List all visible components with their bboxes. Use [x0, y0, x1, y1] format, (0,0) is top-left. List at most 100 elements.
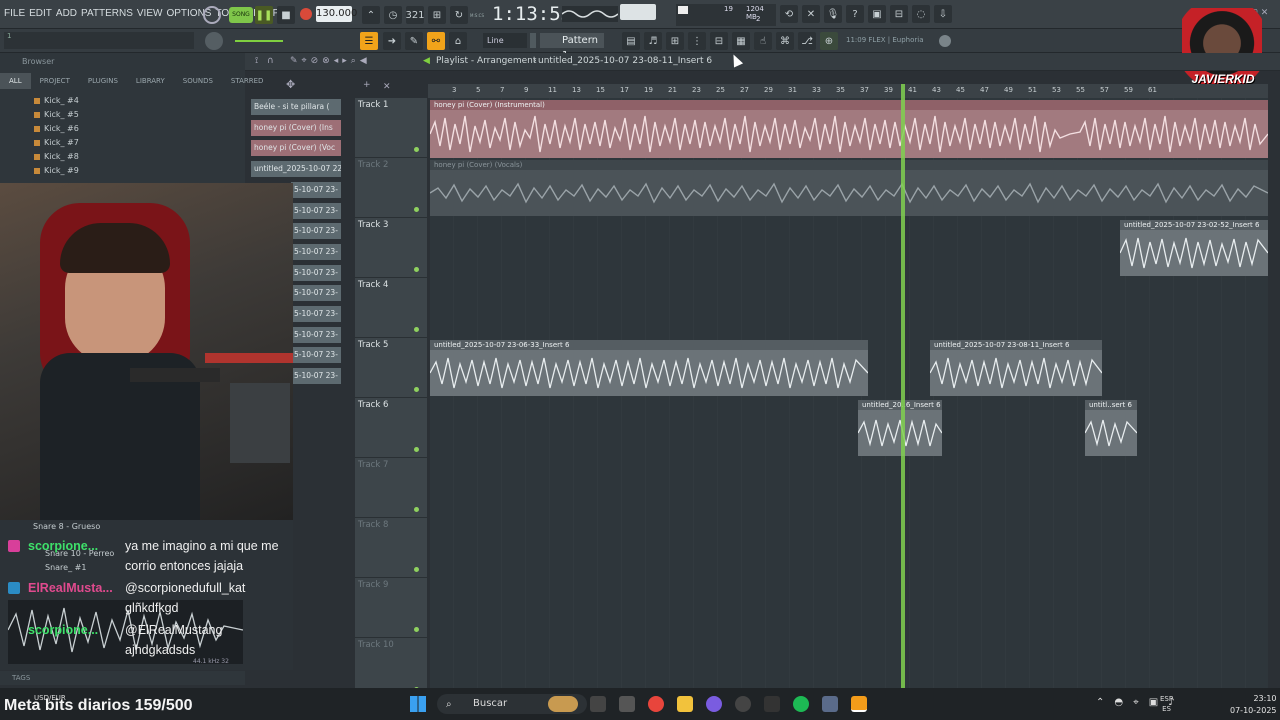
browser-item[interactable]: Kick_ #8	[34, 152, 79, 161]
touch-icon[interactable]: ☝	[754, 32, 772, 50]
close-project-icon[interactable]: ✕	[802, 5, 820, 23]
news-icon[interactable]	[939, 35, 951, 47]
windows-start-icon[interactable]	[410, 696, 426, 712]
move-icon[interactable]: ✥	[286, 78, 295, 91]
pitch-slider[interactable]	[235, 40, 283, 42]
timeline-ruler[interactable]: 3 5 7 9 11 13 15 17 19 21 23 25 27 29 31 33 35 37 39 41 43 45…	[428, 84, 1268, 98]
song-time-display[interactable]: 1:13:53	[492, 3, 572, 25]
clip-vocals[interactable]: honey pi (Cover) (Vocals)	[430, 160, 1268, 216]
magnet-small-icon[interactable]: ∩	[267, 56, 274, 66]
metronome-icon[interactable]: ⌃	[362, 6, 380, 24]
track-header[interactable]: Track 9	[355, 578, 427, 638]
github-icon[interactable]	[735, 696, 751, 712]
track-header[interactable]: Track 4	[355, 278, 427, 338]
stop-button[interactable]: ■	[277, 6, 295, 24]
track-header[interactable]: Track 6	[355, 398, 427, 458]
clip-instrumental[interactable]: honey pi (Cover) (Instrumental)	[430, 100, 1268, 158]
browser-item[interactable]: Kick_ #7	[34, 138, 79, 147]
playlist-nav-icon[interactable]: ◀	[423, 56, 430, 66]
tab-sounds[interactable]: SOUNDS	[174, 73, 222, 89]
xbox-icon[interactable]	[764, 696, 780, 712]
steam-icon[interactable]	[822, 696, 838, 712]
track-header[interactable]: Track 5	[355, 338, 427, 398]
track-header[interactable]: Track 3	[355, 218, 427, 278]
browser-item[interactable]: Kick_ #9	[34, 166, 79, 175]
add-track-icon[interactable]: +	[363, 80, 371, 90]
pencil-icon[interactable]: ✎	[405, 32, 423, 50]
close-x-icon[interactable]: ✕	[383, 82, 391, 92]
menu-edit[interactable]: EDIT	[29, 8, 52, 19]
help-icon[interactable]: ?	[846, 5, 864, 23]
track-header[interactable]: Track 8	[355, 518, 427, 578]
tempo-display[interactable]: 130.000	[316, 6, 357, 22]
language-indicator[interactable]: ESP ES	[1160, 694, 1173, 714]
playlist-icon[interactable]: ☰	[360, 32, 378, 50]
picker-item[interactable]: untitled_2025-10-07 22-	[251, 161, 341, 178]
main-volume-knob[interactable]	[205, 32, 223, 50]
tab-project[interactable]: PROJECT	[31, 73, 79, 89]
discord-icon[interactable]	[706, 696, 722, 712]
microphone-icon[interactable]: 🎙	[824, 5, 842, 23]
track-enable-led[interactable]	[414, 327, 419, 332]
channel-rack-icon[interactable]: ▤	[622, 32, 640, 50]
fl-studio-icon[interactable]	[851, 696, 867, 712]
picker-item[interactable]: 5-10-07 23-	[291, 264, 341, 281]
song-mode-toggle[interactable]: SONG	[229, 7, 253, 23]
snap-select[interactable]: Line	[483, 33, 527, 48]
picker-item[interactable]: 5-10-07 23-	[291, 326, 341, 343]
track-header[interactable]: Track 1	[355, 98, 427, 158]
menu-view[interactable]: VIEW	[137, 8, 163, 19]
track-header[interactable]: Track 7	[355, 458, 427, 518]
menu-patterns[interactable]: PATTERNS	[81, 8, 133, 19]
tab-plugins[interactable]: PLUGINS	[79, 73, 127, 89]
picker-item[interactable]: 5-10-07 23-	[291, 285, 341, 302]
clip-audio-track6b[interactable]: untitl..sert 6	[1085, 400, 1137, 456]
track-enable-led[interactable]	[414, 267, 419, 272]
track-enable-led[interactable]	[414, 567, 419, 572]
browser-item[interactable]: Kick_ #4	[34, 96, 79, 105]
play-button[interactable]: ❚❚	[255, 6, 273, 24]
chrome-icon[interactable]	[648, 696, 664, 712]
taskbar-clock[interactable]: 23:10 07-10-2025	[1230, 693, 1277, 717]
step-edit-icon[interactable]: ⊞	[428, 6, 446, 24]
playhead[interactable]	[901, 84, 905, 688]
picker-item[interactable]: honey pi (Cover) (Voc	[251, 140, 341, 157]
track-enable-led[interactable]	[414, 207, 419, 212]
weather-icon[interactable]	[548, 696, 578, 712]
clip-audio-track5b[interactable]: untitled_2025-10-07 23-08-11_Insert 6	[930, 340, 1102, 396]
tuner-icon[interactable]: ⌘	[776, 32, 794, 50]
clip-audio-track5a[interactable]: untitled_2025-10-07 23-06-33_Insert 6	[430, 340, 868, 396]
save-icon[interactable]: ▣	[868, 5, 886, 23]
clip-audio-track3[interactable]: untitled_2025-10-07 23-02-52_Insert 6	[1120, 220, 1268, 276]
browser-item[interactable]: Kick_ #5	[34, 110, 79, 119]
magnet-icon[interactable]: ⚯	[427, 32, 445, 50]
picker-item[interactable]: 5-10-07 23-	[291, 181, 341, 198]
picker-item[interactable]: 5-10-07 23-	[291, 306, 341, 322]
store-icon[interactable]: ⊕	[820, 32, 838, 50]
picker-item[interactable]: 5-10-07 23-	[291, 223, 341, 240]
pin-icon[interactable]: ⟟	[255, 56, 258, 66]
mixer-view-icon[interactable]: ⋮	[688, 32, 706, 50]
picker-item[interactable]: honey pi (Cover) (Ins	[251, 119, 341, 136]
undo-icon[interactable]: ⟲	[780, 5, 798, 23]
track-enable-led[interactable]	[414, 507, 419, 512]
clip-audio-track6a[interactable]: untitled_20..6_Insert 6	[858, 400, 942, 456]
file-explorer-icon[interactable]	[677, 696, 693, 712]
tab-all[interactable]: ALL	[0, 73, 31, 89]
track-enable-led[interactable]	[414, 147, 419, 152]
playlist-tools-icons[interactable]: ✎⌖⊘⊗◂▸⌕◀	[290, 56, 371, 66]
arrow-icon[interactable]: ➜	[383, 32, 401, 50]
picker-item[interactable]: 5-10-07 23-	[291, 243, 341, 260]
picker-item[interactable]: 5-10-07 23-	[291, 202, 341, 219]
task-view-icon[interactable]	[590, 696, 606, 712]
hint-knob-icon[interactable]	[203, 6, 221, 24]
countdown-icon[interactable]: 321	[405, 6, 425, 24]
menu-add[interactable]: ADD	[56, 8, 77, 19]
track-enable-led[interactable]	[414, 627, 419, 632]
wait-icon[interactable]: ◷	[384, 6, 402, 24]
arrangement-grid[interactable]: honey pi (Cover) (Instrumental) honey pi…	[430, 98, 1268, 688]
script-icon[interactable]: ⎇	[798, 32, 816, 50]
spotify-icon[interactable]	[793, 696, 809, 712]
picker-item[interactable]: Beéle - si te pillara (	[251, 99, 341, 115]
menu-file[interactable]: FILE	[4, 8, 25, 19]
